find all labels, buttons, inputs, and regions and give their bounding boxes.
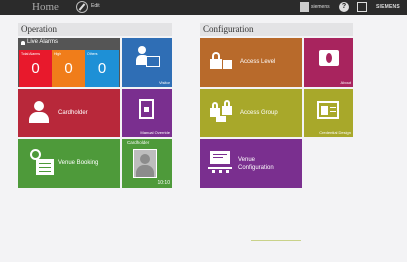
- bell-icon: [21, 41, 25, 45]
- cardholder-photo-title: Cardholder: [127, 140, 150, 145]
- group-lock-icon: [210, 100, 234, 122]
- venue-configuration-label: Venue Configuration: [238, 157, 274, 171]
- lock-icon: [210, 52, 232, 72]
- other-alarms-label: Others: [87, 52, 98, 56]
- venue-configuration-tile[interactable]: Venue Configuration: [200, 139, 302, 188]
- live-alarms-tile[interactable]: Live Alarms Total Alarms 0 High 0 Others…: [18, 38, 120, 87]
- divider: [251, 240, 301, 241]
- manual-override-tile[interactable]: Manual Override: [122, 89, 172, 137]
- user-name[interactable]: siemens: [311, 4, 330, 10]
- operation-header: Operation: [18, 23, 172, 36]
- other-alarms-box[interactable]: Others 0: [85, 50, 119, 87]
- manual-override-label: Manual Override: [140, 130, 170, 135]
- calendar-clock-icon: [30, 149, 54, 177]
- visitor-tile[interactable]: Visitor: [122, 38, 172, 87]
- page-title: Home: [32, 1, 59, 13]
- live-alarms-title: Live Alarms: [27, 39, 59, 45]
- about-label: About: [340, 80, 351, 85]
- cardholder-photo-tile[interactable]: Cardholder 10:10: [122, 139, 172, 188]
- edit-icon[interactable]: [76, 1, 88, 13]
- total-alarms-label: Total Alarms: [21, 52, 41, 56]
- door-lock-icon: [139, 99, 154, 119]
- visitor-icon: [136, 46, 160, 68]
- credential-design-label: Credential Design: [319, 130, 351, 135]
- person-icon: [133, 149, 157, 178]
- top-bar: Home Edit siemens ? SIEMENS: [0, 0, 407, 15]
- cardholder-photo-time: 10:10: [157, 180, 170, 186]
- user-icon: [300, 2, 309, 12]
- about-tile[interactable]: About: [304, 38, 353, 87]
- venue-booking-label: Venue Booking: [58, 160, 99, 166]
- help-icon[interactable]: ?: [339, 2, 349, 12]
- presentation-board-icon: [208, 151, 232, 175]
- visitor-label: Visitor: [158, 80, 170, 85]
- access-level-tile[interactable]: Access Level: [200, 38, 302, 87]
- high-alarms-value: 0: [64, 60, 73, 77]
- high-alarms-box[interactable]: High 0: [52, 50, 85, 87]
- access-level-label: Access Level: [240, 59, 276, 65]
- edit-button[interactable]: Edit: [91, 3, 100, 9]
- siemens-logo: SIEMENS: [376, 4, 400, 10]
- cardholder-tile[interactable]: Cardholder: [18, 89, 120, 137]
- id-card-icon: [317, 101, 339, 119]
- cardholder-icon: [29, 101, 49, 123]
- info-book-icon: [319, 50, 339, 66]
- credential-design-tile[interactable]: Credential Design: [304, 89, 353, 137]
- cardholder-label: Cardholder: [58, 110, 88, 116]
- configuration-header: Configuration: [200, 23, 353, 36]
- total-alarms-box[interactable]: Total Alarms 0: [19, 50, 52, 87]
- access-group-label: Access Group: [240, 110, 278, 116]
- other-alarms-value: 0: [97, 60, 107, 77]
- fullscreen-icon[interactable]: [357, 2, 367, 12]
- high-alarms-label: High: [54, 52, 62, 56]
- total-alarms-value: 0: [31, 60, 40, 77]
- access-group-tile[interactable]: Access Group: [200, 89, 302, 137]
- venue-booking-tile[interactable]: Venue Booking: [18, 139, 120, 188]
